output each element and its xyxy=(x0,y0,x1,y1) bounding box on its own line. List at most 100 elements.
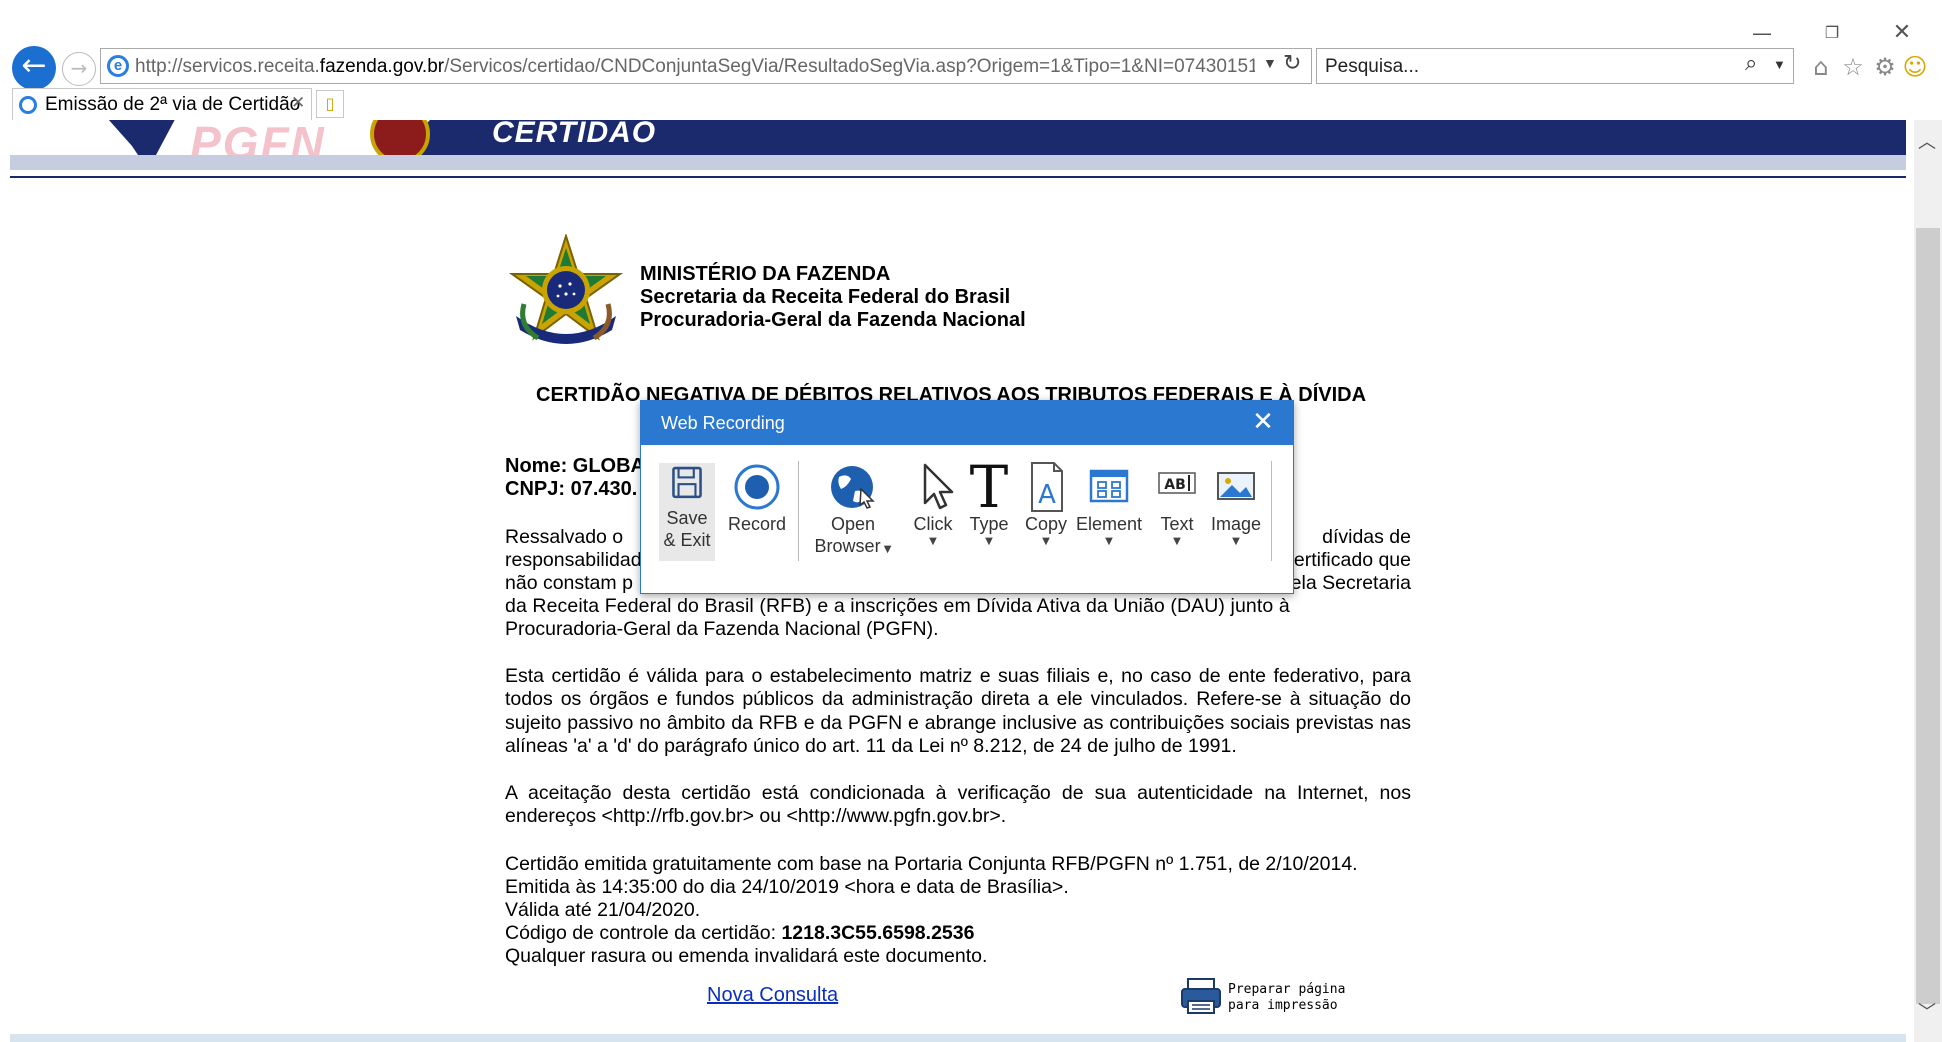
open-browser-label-2: Browser ▼ xyxy=(814,536,892,556)
scrollbar-thumb[interactable] xyxy=(1916,228,1940,1004)
issued-datetime: Emitida às 14:35:00 do dia 24/10/2019 <h… xyxy=(505,876,1069,898)
search-dropdown-icon[interactable]: ▼ xyxy=(1773,57,1786,72)
new-tab-icon[interactable]: ▯ xyxy=(316,90,344,118)
save-floppy-icon xyxy=(672,466,702,499)
rasura-notice: Qualquer rasura ou emenda invalidará est… xyxy=(505,945,988,967)
toolbar-separator-end xyxy=(1271,461,1272,561)
brazil-coat-of-arms-icon xyxy=(508,234,624,344)
control-code-value: 1218.3C55.6598.2536 xyxy=(781,922,975,944)
image-picture-icon xyxy=(1217,472,1255,500)
element-grid-icon xyxy=(1089,469,1129,503)
dialog-title: Web Recording xyxy=(661,413,785,433)
copy-button[interactable]: A Copy ▼ xyxy=(1016,461,1076,549)
text-label: Text xyxy=(1160,514,1194,534)
record-button[interactable]: Record xyxy=(721,461,793,535)
cursor-arrow-icon xyxy=(923,463,954,510)
address-bar[interactable]: e http://servicos.receita.fazenda.gov.br… xyxy=(100,48,1312,84)
p1-line2-right: ertificado que xyxy=(1293,549,1411,571)
search-placeholder: Pesquisa... xyxy=(1325,56,1419,77)
home-icon[interactable]: ⌂ xyxy=(1806,52,1836,82)
favorites-star-icon[interactable]: ☆ xyxy=(1838,52,1868,82)
record-icon xyxy=(734,464,780,510)
p1-line3-left: não constam p xyxy=(505,572,633,594)
chevron-down-icon: ▼ xyxy=(1105,536,1113,547)
ie-icon: e xyxy=(107,55,129,77)
chevron-down-icon: ▼ xyxy=(1232,536,1240,547)
paragraph-validity: Esta certidão é válida para o estabeleci… xyxy=(505,665,1411,758)
valid-until: Válida até 21/04/2020. xyxy=(505,899,701,921)
tab-close-icon[interactable]: ✕ xyxy=(291,93,305,113)
issued-portaria: Certidão emitida gratuitamente com base … xyxy=(505,853,1358,875)
chevron-down-icon: ▼ xyxy=(880,544,892,555)
scroll-up-icon[interactable]: ︿ xyxy=(1918,128,1936,154)
status-bar xyxy=(10,1034,1906,1042)
banner-divider xyxy=(10,176,1906,178)
click-button[interactable]: Click ▼ xyxy=(903,461,963,549)
save-exit-button[interactable]: Save & Exit xyxy=(659,463,715,561)
text-abi-icon: AB xyxy=(1158,472,1196,494)
element-button[interactable]: Element ▼ xyxy=(1073,461,1145,549)
tab-ie-icon xyxy=(19,96,37,114)
header-secretaria: Secretaria da Receita Federal do Brasil xyxy=(640,286,1011,308)
paragraph-authenticity: A aceitação desta certidão está condicio… xyxy=(505,782,1411,828)
browser-chrome: — ❐ ✕ ← → e http://servicos.receita.faze… xyxy=(0,0,1942,120)
type-t-icon: T xyxy=(969,453,1009,521)
open-browser-button[interactable]: Open Browser ▼ xyxy=(809,461,897,557)
smiley-icon[interactable]: ☺ xyxy=(1900,52,1930,82)
save-label-2: & Exit xyxy=(663,530,711,550)
browser-tab[interactable]: Emissão de 2ª via de Certidão ✕ xyxy=(12,88,312,120)
svg-text:A: A xyxy=(1038,480,1056,510)
svg-text:AB: AB xyxy=(1164,477,1186,493)
printer-icon[interactable] xyxy=(1180,977,1222,1015)
image-button[interactable]: Image ▼ xyxy=(1203,461,1269,549)
copy-label: Copy xyxy=(1024,514,1068,534)
settings-gear-icon[interactable]: ⚙ xyxy=(1870,52,1900,82)
control-code: Código de controle da certidão: 1218.3C5… xyxy=(505,922,1411,945)
chevron-down-icon: ▼ xyxy=(985,536,993,547)
click-label: Click xyxy=(913,514,953,534)
dialog-titlebar[interactable]: Web Recording ✕ xyxy=(641,401,1293,445)
back-arrow-icon[interactable]: ← xyxy=(12,46,56,90)
open-browser-label-1: Open xyxy=(830,514,876,534)
record-label: Record xyxy=(727,514,787,534)
chevron-down-icon: ▼ xyxy=(929,536,937,547)
copy-document-icon: A xyxy=(1031,462,1063,512)
minimize-icon[interactable]: — xyxy=(1742,16,1782,50)
toolbar-separator xyxy=(798,461,799,561)
nova-consulta-link[interactable]: Nova Consulta xyxy=(707,984,838,1007)
forward-icon[interactable]: → xyxy=(62,52,96,86)
p1-line2-left: responsabilidad xyxy=(505,549,642,571)
image-label: Image xyxy=(1210,514,1262,534)
vertical-scrollbar[interactable]: ︿ ﹀ xyxy=(1914,120,1942,1042)
web-recording-dialog: Web Recording ✕ Save & Exit Record Open … xyxy=(640,400,1294,594)
p1-line3-right: ela Secretaria xyxy=(1290,572,1411,594)
refresh-icon[interactable]: ↻ xyxy=(1283,51,1301,76)
tab-title: Emissão de 2ª via de Certidão xyxy=(45,94,301,115)
save-label-1: Save xyxy=(666,508,708,528)
print-page-link[interactable]: Preparar página para impressão xyxy=(1228,982,1345,1014)
cnpj-label: CNPJ: 07.430. xyxy=(505,478,638,500)
search-input[interactable]: Pesquisa... ⌕ ▼ xyxy=(1316,48,1794,84)
close-icon[interactable]: ✕ xyxy=(1245,407,1281,439)
restore-icon[interactable]: ❐ xyxy=(1812,16,1852,50)
p1-line5: Procuradoria-Geral da Fazenda Nacional (… xyxy=(505,618,939,640)
scroll-down-icon[interactable]: ﹀ xyxy=(1918,998,1936,1024)
globe-icon xyxy=(831,466,875,509)
print-line1: Preparar página xyxy=(1228,982,1346,997)
nome-label: Nome: GLOBA xyxy=(505,455,645,477)
window-close-icon[interactable]: ✕ xyxy=(1882,16,1922,50)
banner-certidao-text: CERTIDÃO xyxy=(492,120,657,149)
type-button[interactable]: T Type ▼ xyxy=(959,453,1019,549)
text-button[interactable]: AB Text ▼ xyxy=(1147,461,1207,549)
header-ministerio: MINISTÉRIO DA FAZENDA xyxy=(640,263,891,285)
search-icon[interactable]: ⌕ xyxy=(1745,51,1757,76)
banner-stripe xyxy=(10,155,1906,170)
url-text: http://servicos.receita.fazenda.gov.br/S… xyxy=(135,56,1255,77)
header-procuradoria: Procuradoria-Geral da Fazenda Nacional xyxy=(640,309,1026,331)
p1-line1-right: dívidas de xyxy=(1322,526,1411,548)
print-line2: para impressão xyxy=(1228,998,1338,1013)
p1-line4: da Receita Federal do Brasil (RFB) e a i… xyxy=(505,595,1290,617)
chevron-down-icon: ▼ xyxy=(1173,536,1181,547)
chevron-down-icon: ▼ xyxy=(1042,536,1050,547)
address-dropdown-icon[interactable]: ▼ xyxy=(1263,55,1277,71)
